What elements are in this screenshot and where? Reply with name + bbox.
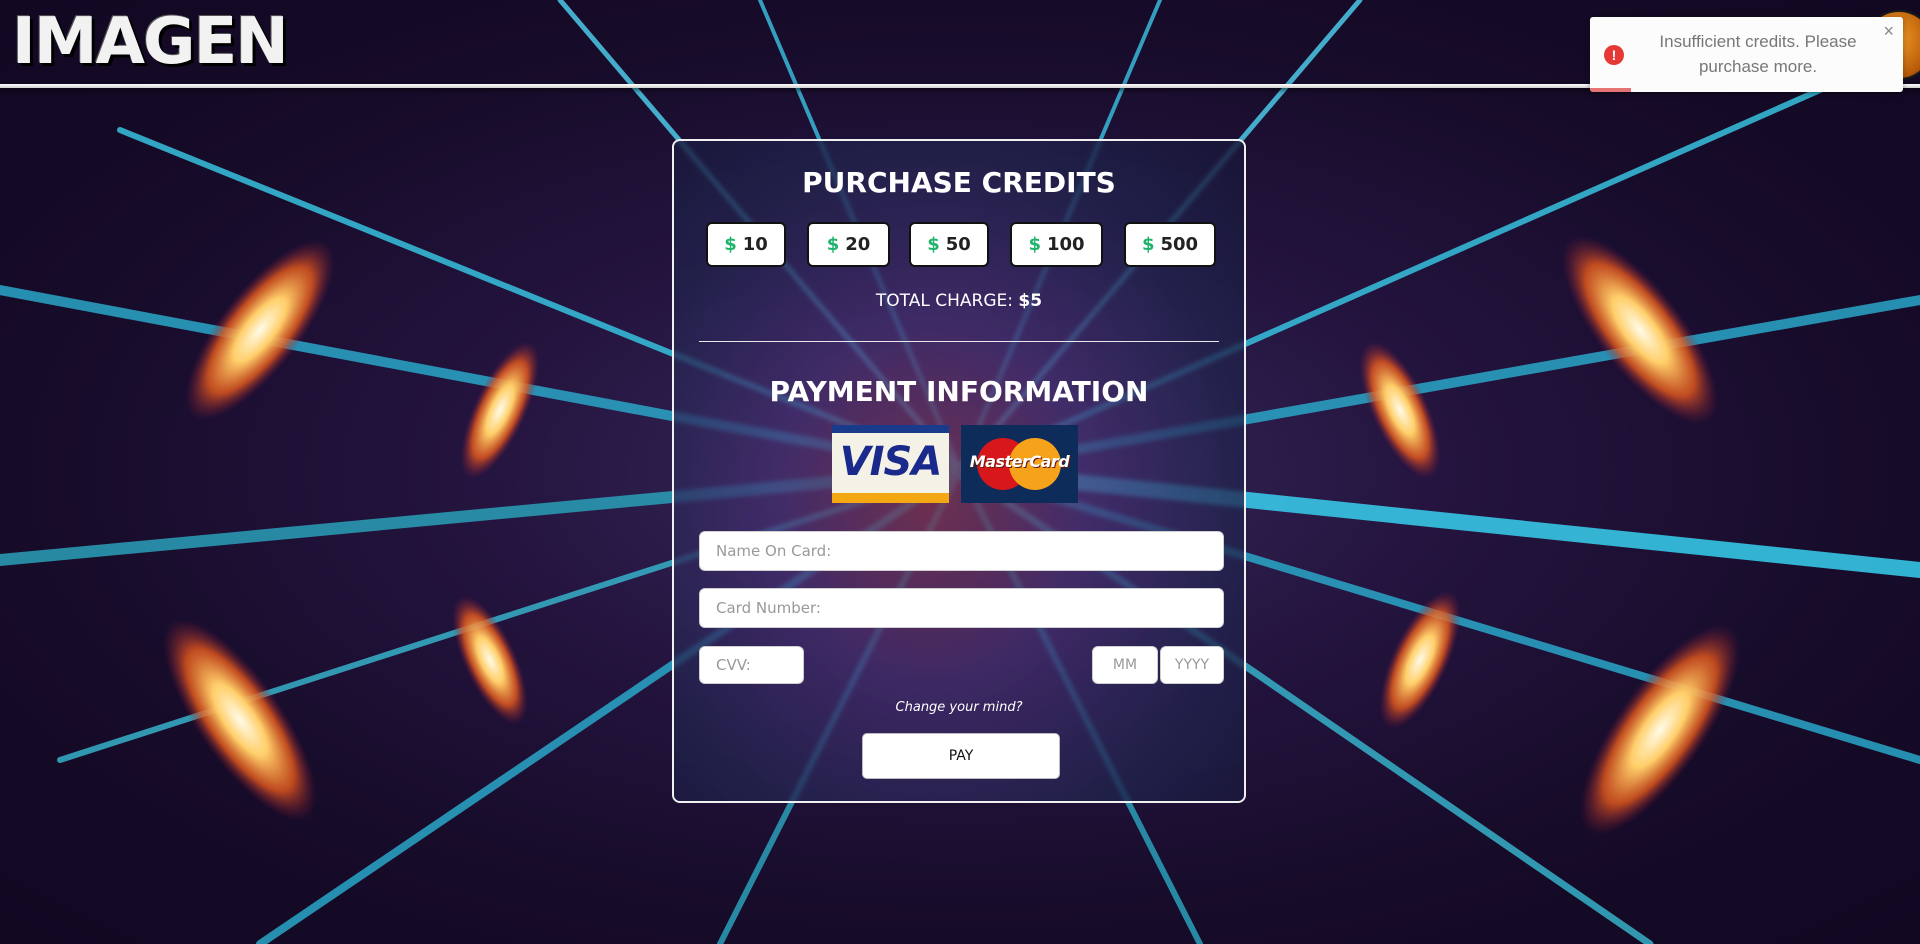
amount-options: $ 10 $ 20 $ 50 $ 100 $ 500 [706, 222, 1216, 269]
amount-value: 50 [945, 234, 971, 255]
amount-button-100[interactable]: $ 100 [1010, 222, 1103, 267]
dollar-icon: $ [927, 234, 940, 255]
close-icon[interactable]: × [1883, 21, 1894, 42]
error-toast: ! Insufficient credits. Please purchase … [1590, 17, 1903, 92]
amount-button-50[interactable]: $ 50 [909, 222, 989, 267]
name-on-card-field[interactable] [699, 531, 1224, 571]
purchase-credits-title: PURCHASE CREDITS [802, 166, 1116, 199]
total-charge-value: $5 [1018, 291, 1043, 311]
expiry-month-field[interactable] [1092, 646, 1158, 684]
total-charge-label: TOTAL CHARGE: [875, 291, 1013, 311]
dollar-icon: $ [1141, 234, 1155, 255]
amount-button-500[interactable]: $ 500 [1124, 222, 1216, 267]
expiry-year-field[interactable] [1160, 646, 1224, 684]
card-brand-logos: VISA MasterCard [674, 425, 1244, 503]
dollar-icon: $ [826, 234, 840, 255]
visa-logo-icon: VISA [832, 425, 949, 503]
change-your-mind-link[interactable]: Change your mind? [674, 700, 1244, 715]
amount-value: 20 [845, 234, 871, 255]
toast-message: Insufficient credits. Please purchase mo… [1659, 32, 1857, 76]
payment-information-title: PAYMENT INFORMATION [769, 375, 1149, 408]
cvv-field[interactable] [699, 646, 804, 684]
error-icon: ! [1604, 45, 1624, 65]
total-charge: TOTAL CHARGE: $5 [674, 291, 1244, 311]
visa-logo-text: VISA [839, 439, 943, 485]
dollar-icon: $ [724, 234, 737, 255]
card-number-field[interactable] [699, 588, 1224, 628]
amount-button-20[interactable]: $ 20 [807, 222, 890, 267]
amount-value: 100 [1046, 234, 1085, 255]
purchase-card: PURCHASE CREDITS $ 10 $ 20 $ 50 $ 100 $ … [672, 139, 1246, 803]
toast-progress-bar [1590, 88, 1631, 92]
pay-button[interactable]: PAY [862, 733, 1060, 779]
dollar-icon: $ [1028, 234, 1041, 255]
mastercard-logo-icon: MasterCard [961, 425, 1078, 503]
section-divider [699, 341, 1219, 342]
mastercard-logo-text: MasterCard [969, 452, 1070, 471]
amount-value: 500 [1160, 234, 1199, 255]
amount-button-10[interactable]: $ 10 [706, 222, 786, 267]
amount-value: 10 [742, 234, 768, 255]
app-logo[interactable]: IMAGEN [12, 6, 289, 78]
